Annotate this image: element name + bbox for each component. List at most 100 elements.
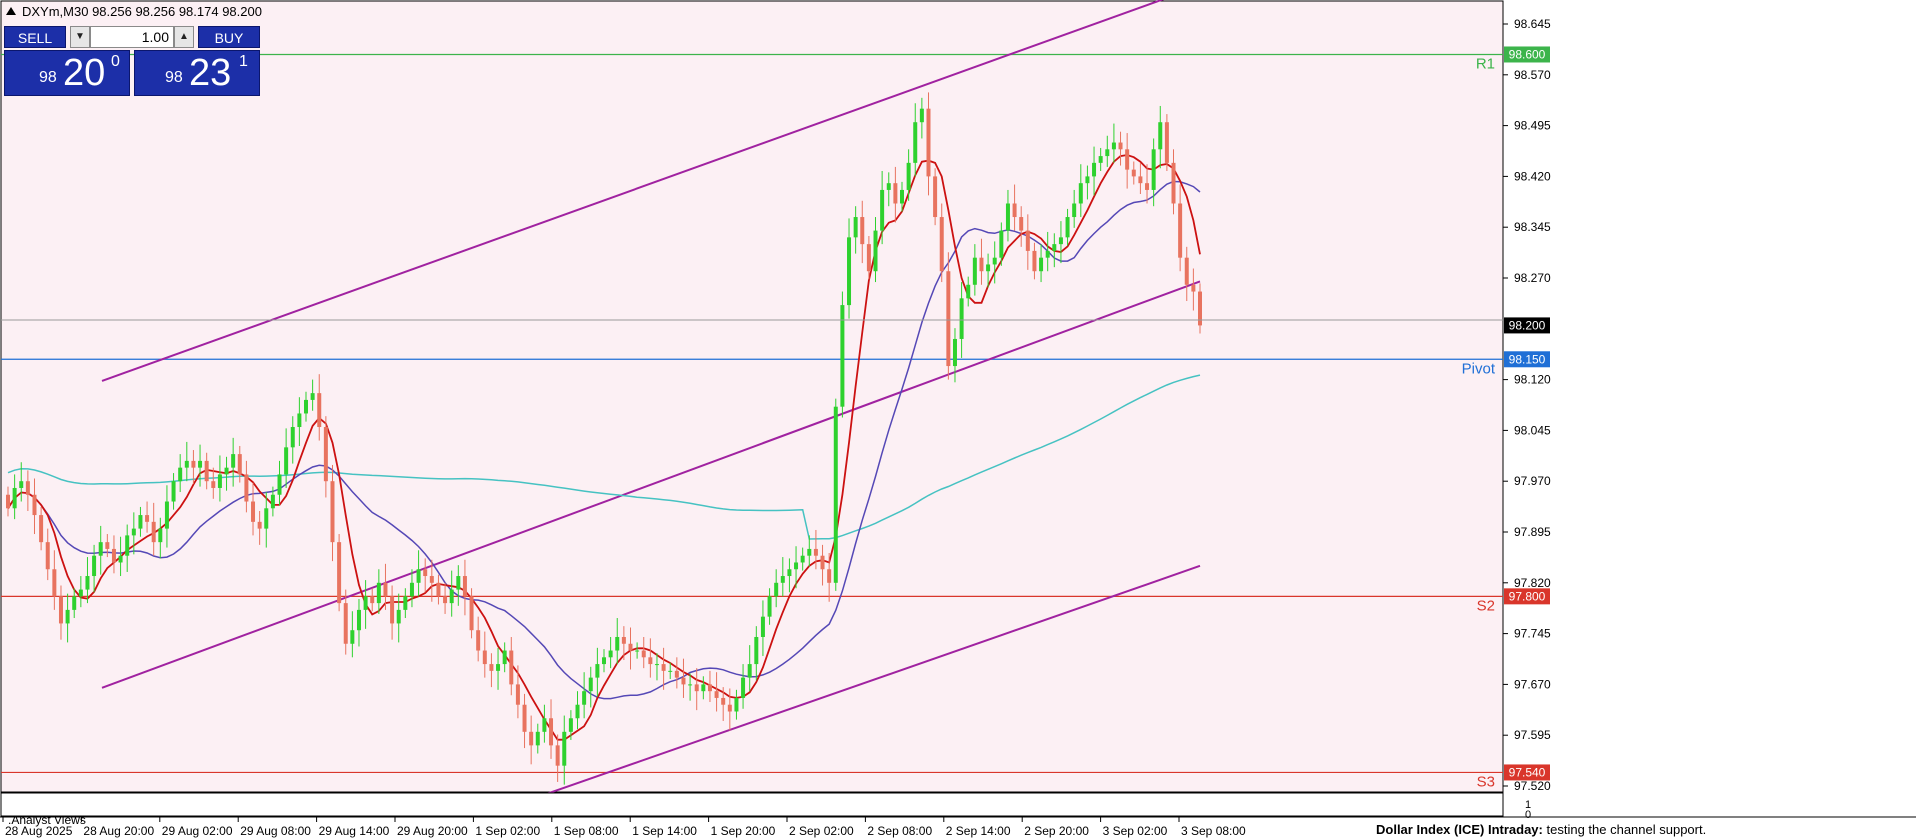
candle-body bbox=[264, 508, 269, 529]
candle-body bbox=[429, 576, 434, 583]
candle-body bbox=[555, 745, 560, 766]
level-price-tag-label: 97.800 bbox=[1509, 589, 1546, 603]
level-price-tag-label: 97.540 bbox=[1509, 765, 1546, 779]
candle-body bbox=[151, 521, 156, 543]
candle-body bbox=[1065, 217, 1070, 238]
current-price-tag-label: 98.200 bbox=[1509, 318, 1546, 332]
price-tick-label: 98.045 bbox=[1514, 423, 1551, 437]
candle-body bbox=[787, 569, 792, 577]
candle-body bbox=[317, 393, 322, 428]
candle-body bbox=[674, 670, 679, 678]
candle-body bbox=[145, 515, 150, 522]
candle-body bbox=[827, 569, 832, 583]
candle-body bbox=[224, 467, 229, 475]
candle-body bbox=[436, 582, 441, 597]
candle-body bbox=[363, 596, 368, 610]
candle-body bbox=[999, 230, 1004, 258]
candle-body bbox=[244, 474, 249, 502]
candle-body bbox=[19, 481, 24, 488]
lot-size-input[interactable]: 1.00 bbox=[90, 26, 174, 48]
candle-body bbox=[919, 108, 924, 123]
candle-body bbox=[290, 427, 295, 448]
analyst-comment-text: testing the channel support. bbox=[1546, 822, 1707, 837]
candle-body bbox=[641, 650, 646, 658]
candle-body bbox=[118, 555, 123, 563]
candle-body bbox=[39, 515, 44, 543]
time-tick-label: 1 Sep 08:00 bbox=[554, 824, 619, 838]
buy-button[interactable]: BUY bbox=[198, 26, 260, 48]
buy-quote[interactable]: 98 23 1 bbox=[134, 50, 260, 96]
candle-body bbox=[297, 413, 302, 428]
lot-increase-icon[interactable]: ▲ bbox=[174, 26, 194, 48]
candle-body bbox=[1118, 142, 1123, 150]
candle-body bbox=[979, 257, 984, 272]
price-tick-label: 97.895 bbox=[1514, 525, 1551, 539]
candle-body bbox=[337, 542, 342, 604]
candle-body bbox=[211, 481, 216, 488]
candle-body bbox=[694, 684, 699, 692]
candle-body bbox=[582, 691, 587, 705]
candle-body bbox=[886, 183, 891, 190]
subwindow-scale-bottom: 0 bbox=[1525, 809, 1531, 821]
candle-body bbox=[403, 596, 408, 610]
candle-body bbox=[707, 684, 712, 692]
candle-body bbox=[1145, 183, 1150, 190]
candle-body bbox=[1032, 250, 1037, 272]
level-label-r1: R1 bbox=[1476, 55, 1495, 72]
candle-body bbox=[198, 460, 203, 468]
candle-body bbox=[509, 650, 514, 685]
candle-body bbox=[1078, 183, 1083, 204]
candle-body bbox=[284, 447, 289, 475]
price-chart[interactable]: R1 98.600 Pivot 98.150 S2 97.800 S3 97.540 98.6… bbox=[0, 0, 1916, 840]
buy-quote-prefix: 98 bbox=[165, 69, 183, 86]
candle-body bbox=[595, 664, 600, 678]
candle-body bbox=[184, 460, 189, 468]
candle-body bbox=[853, 217, 858, 238]
sell-button[interactable]: SELL bbox=[4, 26, 66, 48]
candle-body bbox=[443, 596, 448, 604]
symbol-header-text: DXYm,M30 98.256 98.256 98.174 98.200 bbox=[22, 4, 262, 19]
candle-body bbox=[1178, 203, 1183, 258]
candle-body bbox=[257, 521, 262, 529]
subwindow-indicator-label: .Analyst Views bbox=[8, 813, 86, 827]
candle-body bbox=[396, 609, 401, 624]
sell-quote[interactable]: 98 20 0 bbox=[4, 50, 130, 96]
time-tick-label: 3 Sep 02:00 bbox=[1103, 824, 1168, 838]
time-tick-label: 29 Aug 08:00 bbox=[240, 824, 311, 838]
candle-body bbox=[85, 576, 90, 590]
candle-body bbox=[164, 501, 169, 529]
subwindow-area bbox=[0, 792, 1504, 817]
candle-body bbox=[496, 664, 501, 671]
price-axis: 98.645 98.570 98.495 98.420 98.345 98.270 98.1… bbox=[1503, 17, 1551, 793]
candle-body bbox=[1158, 122, 1163, 150]
chart-window[interactable]: R1 98.600 Pivot 98.150 S2 97.800 S3 97.540 98.6… bbox=[0, 0, 1916, 840]
candle-body bbox=[741, 677, 746, 698]
candle-body bbox=[906, 162, 911, 190]
candle-body bbox=[449, 589, 454, 604]
candle-body bbox=[648, 657, 653, 665]
candle-body bbox=[522, 704, 527, 732]
candle-body bbox=[926, 108, 931, 177]
candle-body bbox=[529, 731, 534, 746]
time-tick-label: 2 Sep 02:00 bbox=[789, 824, 854, 838]
price-tick-label: 97.970 bbox=[1514, 474, 1551, 488]
lot-decrease-icon[interactable]: ▼ bbox=[70, 26, 90, 48]
candle-body bbox=[880, 189, 885, 231]
candle-body bbox=[747, 664, 752, 678]
candle-body bbox=[1058, 237, 1063, 245]
candle-body bbox=[231, 454, 236, 468]
candle-body bbox=[959, 298, 964, 339]
candle-body bbox=[409, 582, 414, 597]
analyst-comment: Dollar Index (ICE) Intraday: testing the… bbox=[1376, 822, 1706, 837]
candle-body bbox=[1105, 149, 1110, 157]
candle-body bbox=[966, 284, 971, 299]
candle-body bbox=[1111, 142, 1116, 150]
price-tick-label: 97.520 bbox=[1514, 779, 1551, 793]
time-tick-label: 29 Aug 20:00 bbox=[397, 824, 468, 838]
collapse-triangle-icon[interactable] bbox=[6, 7, 16, 15]
candle-body bbox=[489, 664, 494, 671]
candle-body bbox=[462, 576, 467, 597]
candle-body bbox=[542, 718, 547, 732]
candle-body bbox=[992, 257, 997, 265]
candle-body bbox=[323, 427, 328, 482]
